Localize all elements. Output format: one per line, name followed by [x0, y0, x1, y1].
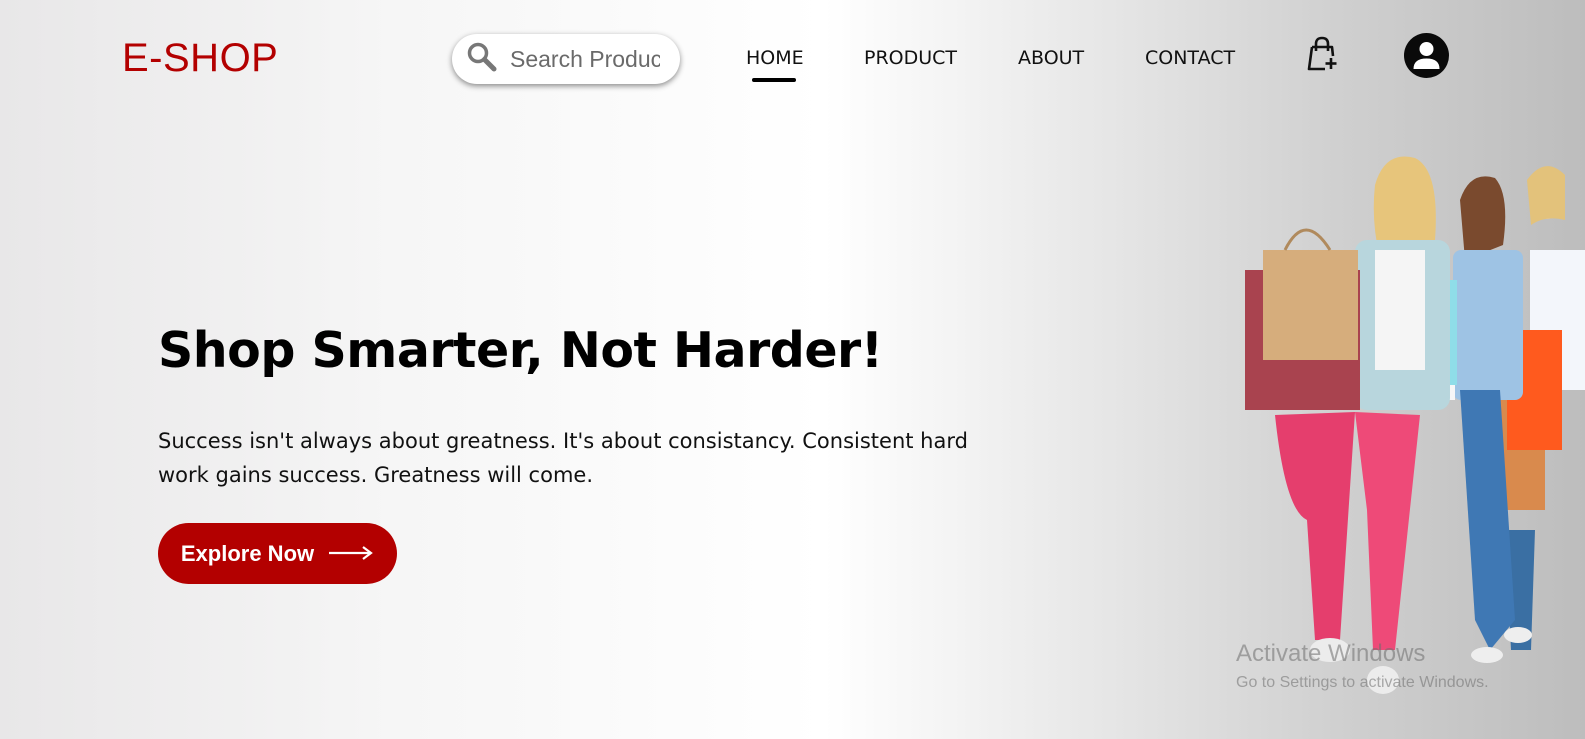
- search-input[interactable]: [508, 44, 662, 74]
- user-circle-icon: [1404, 33, 1449, 82]
- hero-image: [1235, 150, 1585, 714]
- nav-item-contact[interactable]: CONTACT: [1145, 47, 1235, 69]
- hero-headline: Shop Smarter, Not Harder!: [158, 322, 883, 379]
- watermark-subtitle: Go to Settings to activate Windows.: [1236, 674, 1489, 691]
- arrow-right-icon: [328, 541, 374, 567]
- search-icon: [466, 41, 498, 77]
- watermark-title: Activate Windows: [1236, 640, 1426, 667]
- profile-button[interactable]: [1404, 33, 1449, 82]
- explore-now-button[interactable]: Explore Now: [158, 523, 397, 584]
- shopping-bag-plus-icon: [1304, 36, 1338, 76]
- nav-item-about[interactable]: ABOUT: [1018, 47, 1084, 69]
- search-bar[interactable]: [452, 34, 680, 84]
- site-logo[interactable]: E-SHOP: [122, 36, 278, 81]
- nav-item-home[interactable]: HOME: [746, 47, 804, 69]
- nav-item-product[interactable]: PRODUCT: [864, 47, 957, 69]
- hero-subtext: Success isn't always about greatness. It…: [158, 429, 968, 487]
- active-nav-indicator: [752, 78, 796, 82]
- cart-button[interactable]: [1304, 36, 1338, 76]
- explore-now-label: Explore Now: [180, 540, 315, 566]
- windows-activation-watermark: Activate Windows Go to Settings to activ…: [1236, 640, 1489, 692]
